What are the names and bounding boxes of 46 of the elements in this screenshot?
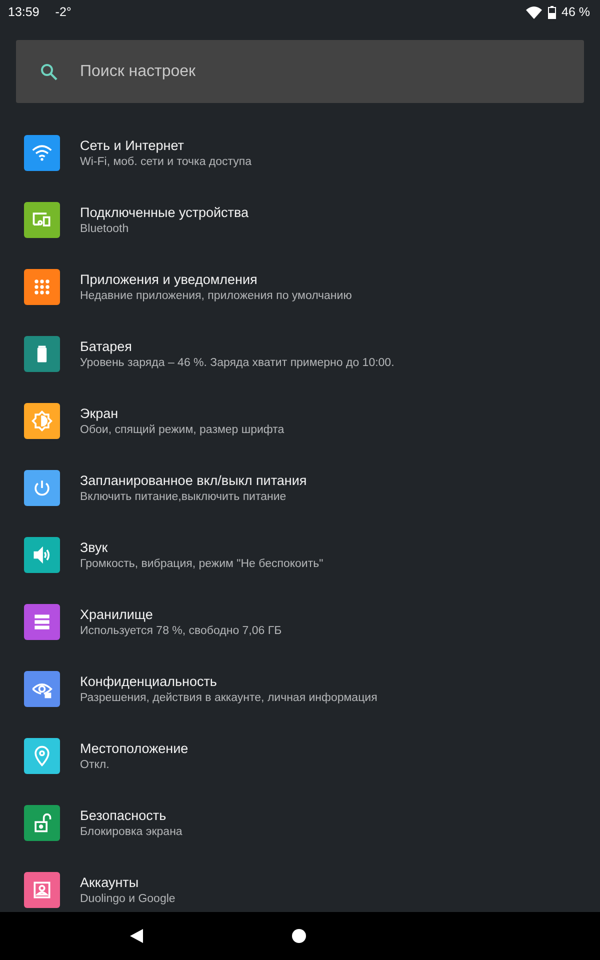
item-title: Сеть и Интернет: [80, 138, 185, 152]
item-title: Звук: [80, 540, 109, 554]
item-subtitle: Блокировка экрана: [80, 826, 182, 838]
item-title: Приложения и уведомления: [80, 272, 258, 286]
item-title: Конфиденциальность: [80, 674, 218, 688]
item-title: Экран: [80, 406, 120, 420]
wifi-signal-icon: [526, 6, 542, 18]
item-title: Запланированное вкл/выкл питания: [80, 472, 307, 488]
item-subtitle: Уровень заряда – 46 %. Заряда хватит примерно до 10:00.: [80, 356, 394, 368]
item-subtitle: Используется 78 %, свободно 7,06 ГБ: [80, 624, 282, 636]
item-title: Хранилище: [80, 606, 154, 622]
item-title: Подключенные устройства: [80, 204, 249, 220]
item-subtitle: Wi-Fi, моб. сети и точка доступа: [80, 156, 252, 168]
search-icon: [40, 62, 58, 80]
item-subtitle: Включить питание,выключить питание: [80, 490, 288, 502]
temperature: -2°: [55, 5, 72, 19]
settings-item[interactable]: Сеть и Интернет Wi-Fi, моб. сети и точка доступа: [0, 119, 600, 186]
home-icon[interactable]: [292, 929, 306, 943]
settings-item[interactable]: Подключенные устройства Bluetooth: [0, 186, 600, 253]
item-subtitle: Bluetooth: [80, 222, 130, 234]
item-subtitle: Разрешения, действия в аккаунте, личная информация: [80, 692, 378, 704]
search-bar[interactable]: Поиск настроек: [16, 40, 584, 103]
settings-item[interactable]: Звук Громкость, вибрация, режим "Не беспокоить": [0, 521, 600, 588]
item-subtitle: Откл.: [80, 758, 110, 770]
settings-item[interactable]: Местоположение Откл.: [0, 722, 600, 789]
settings-item[interactable]: Аккаунты Duolingo и Google: [0, 856, 600, 912]
back-icon[interactable]: [129, 928, 145, 944]
settings-item[interactable]: Экран Обои, спящий режим, размер шрифта: [0, 387, 600, 454]
item-title: Местоположение: [80, 740, 188, 756]
settings-item[interactable]: Запланированное вкл/выкл питания Включить питание,выключить питание: [0, 454, 600, 521]
item-subtitle: Duolingo и Google: [80, 892, 176, 904]
item-title: Безопасность: [80, 808, 168, 822]
item-title: Аккаунты: [80, 874, 140, 890]
settings-item[interactable]: Хранилище Используется 78 %, свободно 7,06 ГБ: [0, 588, 600, 655]
battery-icon: [548, 6, 556, 18]
settings-item[interactable]: Батарея Уровень заряда – 46 %. Заряда хватит примерно до 10:00.: [0, 320, 600, 387]
item-subtitle: Обои, спящий режим, размер шрифта: [80, 424, 284, 436]
item-title: Батарея: [80, 338, 133, 354]
item-subtitle: Громкость, вибрация, режим "Не беспокоить": [80, 558, 324, 570]
settings-item[interactable]: Приложения и уведомления Недавние приложения, приложения по умолчанию: [0, 253, 600, 320]
item-subtitle: Недавние приложения, приложения по умолчанию: [80, 290, 352, 302]
battery-percent: 46 %: [562, 5, 590, 19]
settings-item[interactable]: Конфиденциальность Разрешения, действия в аккаунте, личная информация: [0, 655, 600, 722]
clock: 13:59: [8, 5, 40, 19]
search-field[interactable]: Поиск настроек: [78, 62, 560, 82]
settings-item[interactable]: Безопасность Блокировка экрана: [0, 789, 600, 856]
